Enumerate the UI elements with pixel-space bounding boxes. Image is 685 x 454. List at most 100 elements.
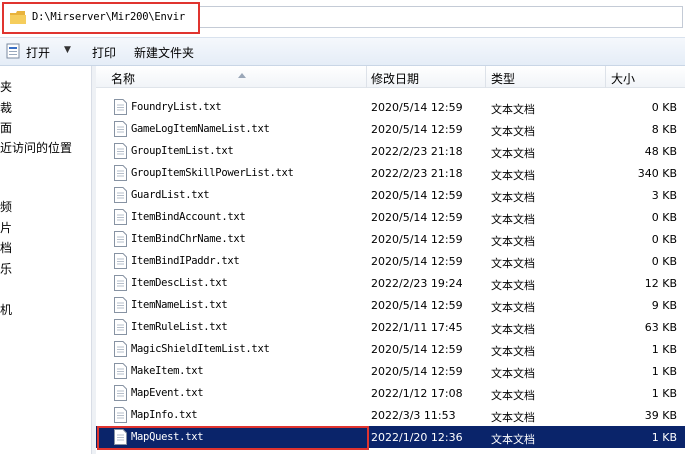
file-type: 文本文档 [491,345,535,358]
file-row[interactable]: ItemDescList.txt 2022/2/23 19:24 文本文档 12… [96,272,685,294]
column-name[interactable]: 名称 [111,70,135,87]
file-row[interactable]: ItemBindIPaddr.txt 2020/5/14 12:59 文本文档 … [96,250,685,272]
text-file-icon [114,187,127,203]
file-date: 2020/5/14 12:59 [371,123,463,136]
column-divider[interactable] [605,66,606,88]
file-size: 0 KB [651,101,677,114]
file-size: 1 KB [651,387,677,400]
file-name: ItemRuleList.txt [131,321,228,333]
text-file-icon [114,231,127,247]
file-name: ItemBindAccount.txt [131,211,246,223]
column-size[interactable]: 大小 [611,70,635,87]
text-file-icon [114,143,127,159]
file-row[interactable]: GuardList.txt 2020/5/14 12:59 文本文档 3 KB [96,184,685,206]
open-icon [6,43,20,59]
file-date: 2022/1/12 17:08 [371,387,463,400]
selection-highlight-box [97,426,369,450]
address-field-extension[interactable] [200,6,683,28]
navigation-pane: 夹 裁 面 近访问的位置 频 片 档 乐 机 [0,66,92,454]
file-name: MagicShieldItemList.txt [131,343,270,355]
file-type: 文本文档 [491,411,535,424]
file-name: GameLogItemNameList.txt [131,123,270,135]
file-name: MapEvent.txt [131,387,204,399]
file-type: 文本文档 [491,323,535,336]
file-name: MapInfo.txt [131,409,198,421]
file-date: 2022/1/20 12:36 [371,431,463,444]
file-type: 文本文档 [491,103,535,116]
text-file-icon [114,275,127,291]
file-name: ItemBindChrName.txt [131,233,246,245]
file-row[interactable]: GameLogItemNameList.txt 2020/5/14 12:59 … [96,118,685,140]
nav-item-favorites[interactable]: 夹 [0,78,12,95]
file-row[interactable]: FoundryList.txt 2020/5/14 12:59 文本文档 0 K… [96,96,685,118]
file-row[interactable]: MapEvent.txt 2022/1/12 17:08 文本文档 1 KB [96,382,685,404]
file-type: 文本文档 [491,213,535,226]
file-date: 2022/1/11 17:45 [371,321,463,334]
nav-item-documents[interactable]: 档 [0,239,12,256]
file-size: 63 KB [644,321,677,334]
file-type: 文本文档 [491,389,535,402]
print-button[interactable]: 打印 [92,44,116,61]
text-file-icon [114,297,127,313]
file-size: 0 KB [651,211,677,224]
file-row[interactable]: GroupItemList.txt 2022/2/23 21:18 文本文档 4… [96,140,685,162]
nav-item-recent[interactable]: 近访问的位置 [0,139,72,156]
file-size: 9 KB [651,299,677,312]
address-bar: D:\Mirserver\Mir200\Envir [0,0,685,38]
text-file-icon [114,385,127,401]
column-type[interactable]: 类型 [491,70,515,87]
folder-icon [10,11,26,24]
nav-item-downloads[interactable]: 裁 [0,99,12,116]
file-row[interactable]: MakeItem.txt 2020/5/14 12:59 文本文档 1 KB [96,360,685,382]
file-row[interactable]: ItemRuleList.txt 2022/1/11 17:45 文本文档 63… [96,316,685,338]
text-file-icon [114,165,127,181]
nav-item-music[interactable]: 乐 [0,260,12,277]
file-size: 8 KB [651,123,677,136]
text-file-icon [114,319,127,335]
file-name: ItemNameList.txt [131,299,228,311]
file-date: 2022/2/23 21:18 [371,145,463,158]
file-size: 1 KB [651,343,677,356]
text-file-icon [114,341,127,357]
file-row[interactable]: GroupItemSkillPowerList.txt 2022/2/23 21… [96,162,685,184]
file-size: 48 KB [644,145,677,158]
file-row[interactable]: ItemNameList.txt 2020/5/14 12:59 文本文档 9 … [96,294,685,316]
text-file-icon [114,407,127,423]
nav-item-computer[interactable]: 机 [0,301,12,318]
open-button[interactable]: 打开 [26,44,50,61]
file-name: MakeItem.txt [131,365,204,377]
file-type: 文本文档 [491,367,535,380]
nav-item-desktop[interactable]: 面 [0,119,12,136]
column-divider[interactable] [485,66,486,88]
file-size: 1 KB [651,365,677,378]
file-row[interactable]: ItemBindChrName.txt 2020/5/14 12:59 文本文档… [96,228,685,250]
text-file-icon [114,99,127,115]
file-size: 0 KB [651,233,677,246]
file-date: 2020/5/14 12:59 [371,101,463,114]
column-date[interactable]: 修改日期 [371,70,419,87]
file-type: 文本文档 [491,301,535,314]
address-path[interactable]: D:\Mirserver\Mir200\Envir [32,11,185,23]
file-row[interactable]: ItemBindAccount.txt 2020/5/14 12:59 文本文档… [96,206,685,228]
nav-item-pictures[interactable]: 片 [0,219,12,236]
text-file-icon [114,363,127,379]
new-folder-button[interactable]: 新建文件夹 [134,44,194,61]
file-date: 2020/5/14 12:59 [371,299,463,312]
text-file-icon [114,209,127,225]
file-list: FoundryList.txt 2020/5/14 12:59 文本文档 0 K… [96,88,685,454]
file-date: 2022/2/23 21:18 [371,167,463,180]
file-date: 2020/5/14 12:59 [371,343,463,356]
file-date: 2020/5/14 12:59 [371,211,463,224]
nav-item-videos[interactable]: 频 [0,198,12,215]
file-size: 39 KB [644,409,677,422]
file-size: 3 KB [651,189,677,202]
column-divider[interactable] [366,66,367,88]
file-type: 文本文档 [491,235,535,248]
file-type: 文本文档 [491,279,535,292]
file-name: GuardList.txt [131,189,210,201]
file-row[interactable]: MapInfo.txt 2022/3/3 11:53 文本文档 39 KB [96,404,685,426]
file-row[interactable]: MagicShieldItemList.txt 2020/5/14 12:59 … [96,338,685,360]
file-type: 文本文档 [491,147,535,160]
chevron-down-icon[interactable]: ▼ [64,45,71,55]
file-name: GroupItemList.txt [131,145,234,157]
